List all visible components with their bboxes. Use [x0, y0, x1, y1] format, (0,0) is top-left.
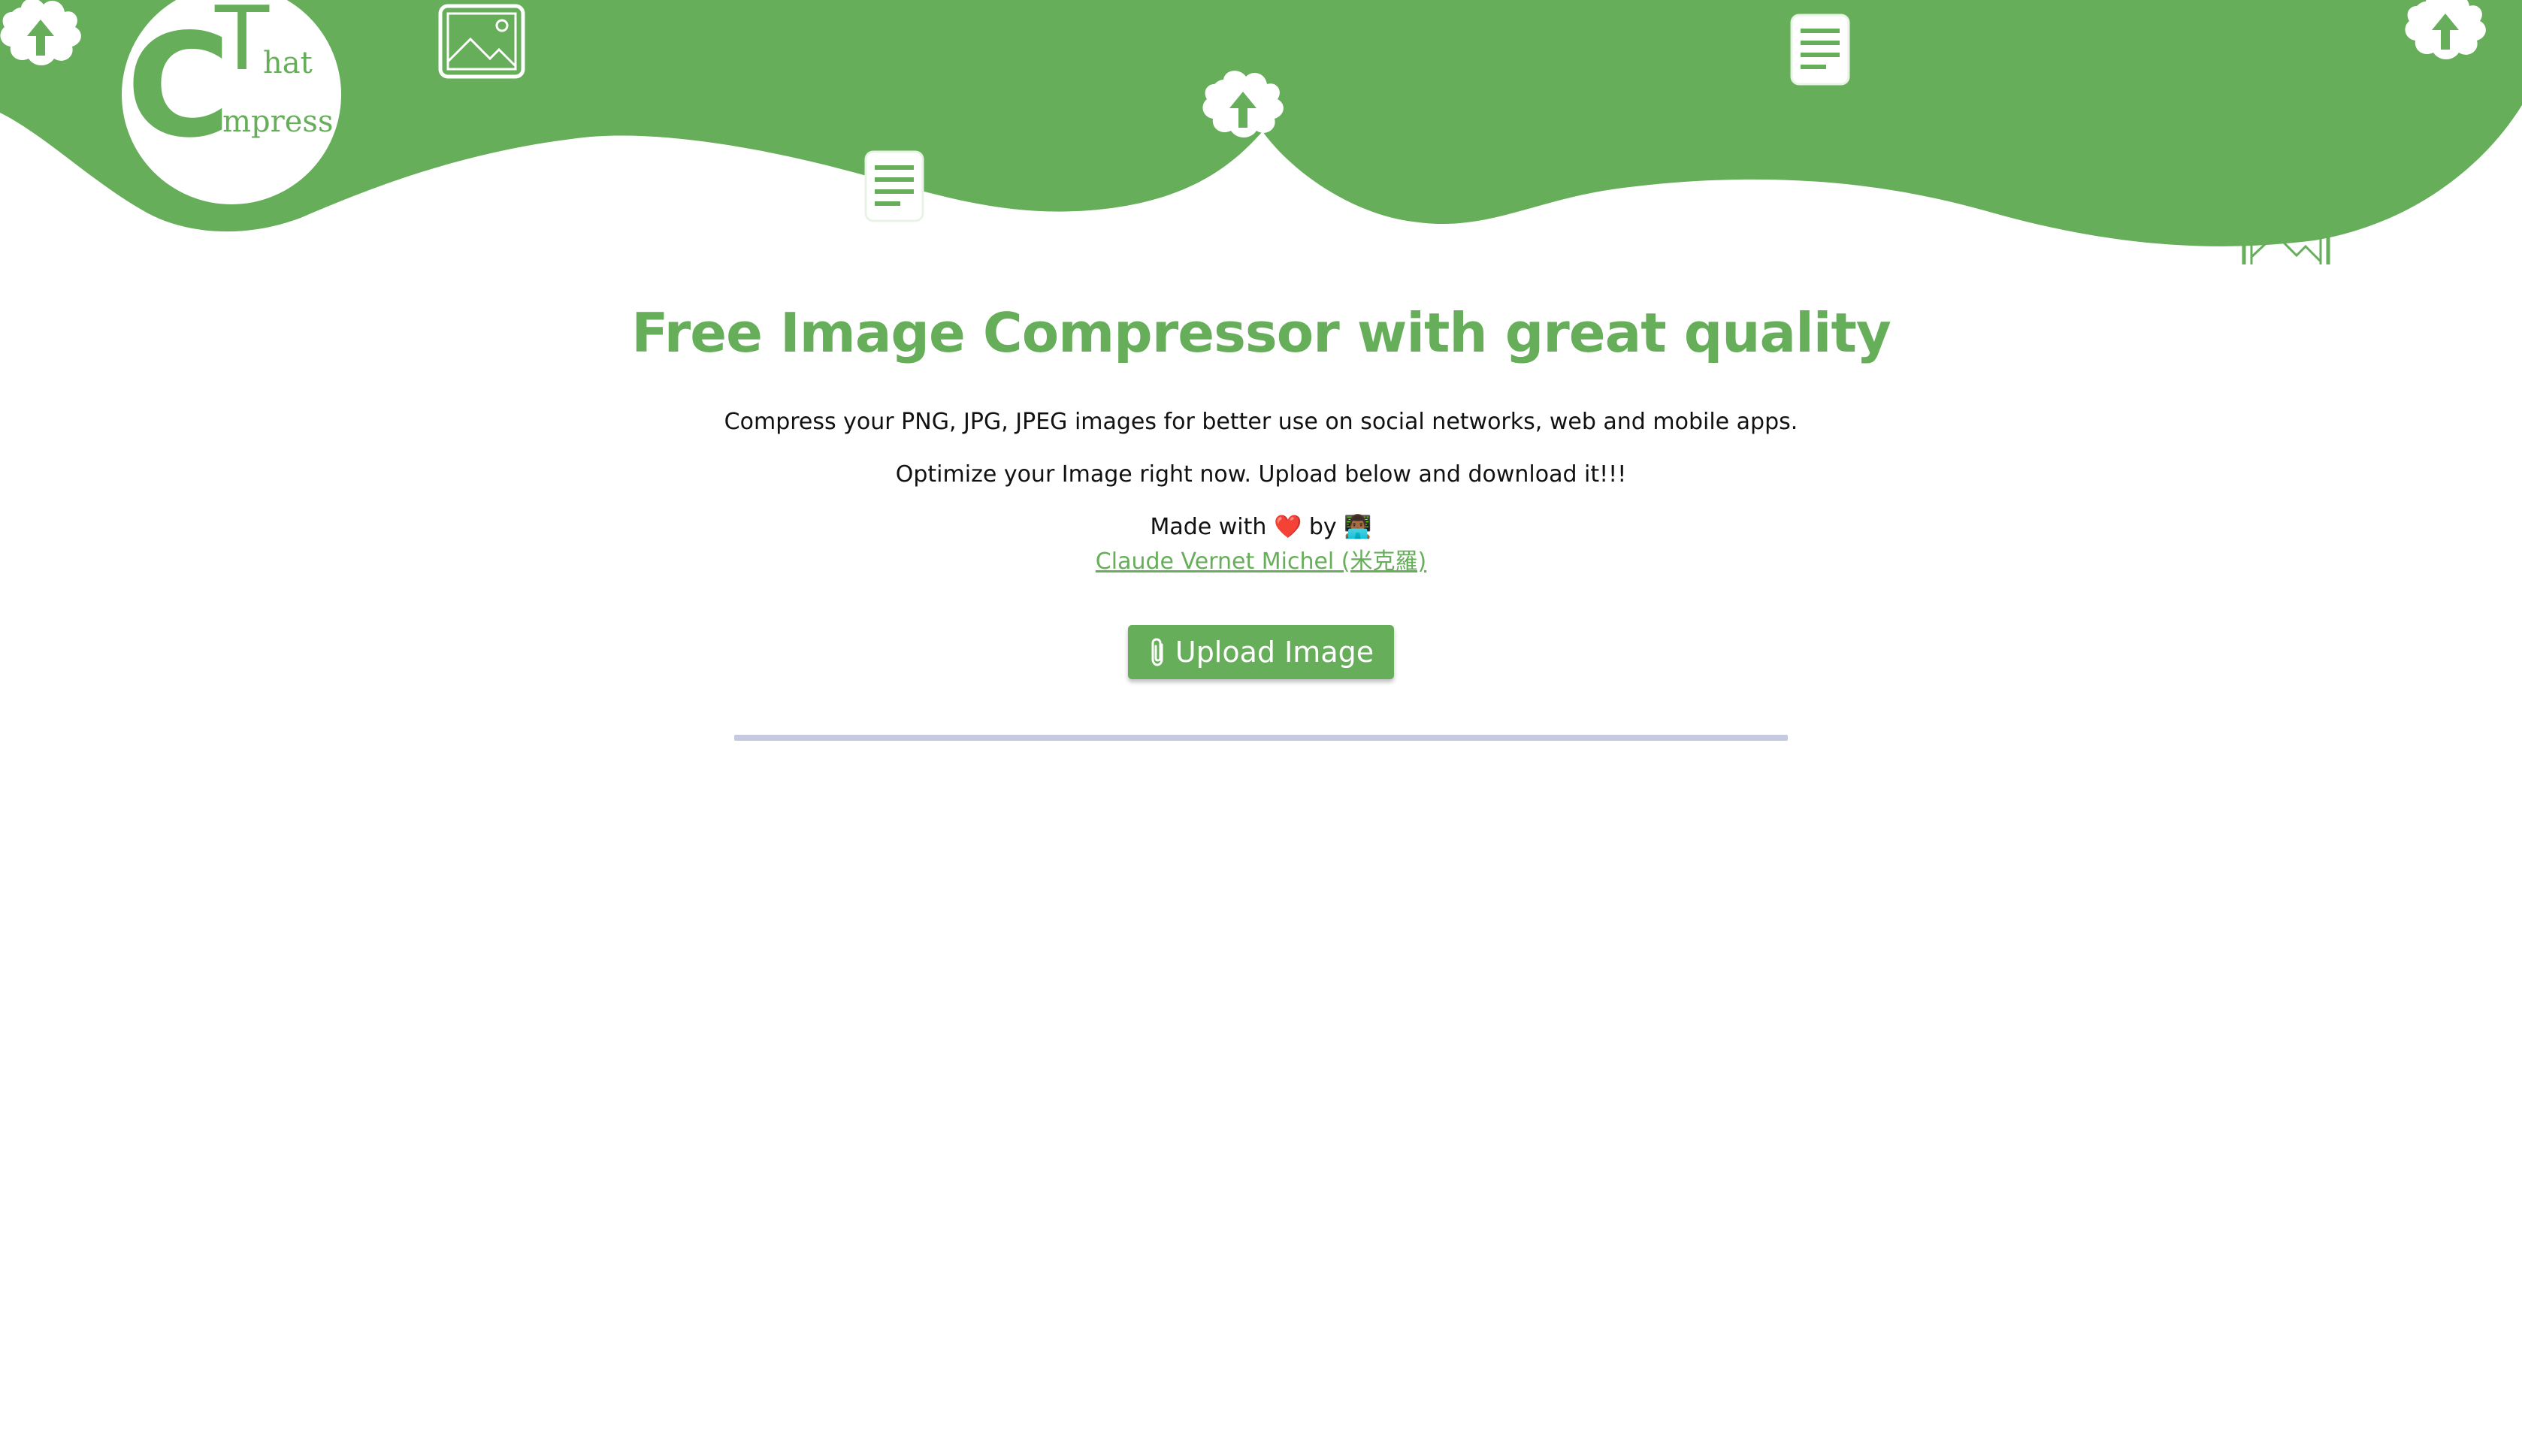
- document-icon: [864, 150, 924, 222]
- heart-icon: ❤️: [1273, 514, 1302, 541]
- developer-icon: 👨🏾‍💻: [1344, 514, 1372, 541]
- logo-letter-t: T: [215, 0, 270, 90]
- upload-button-label: Upload Image: [1175, 636, 1374, 669]
- upload-icon: [2405, 0, 2486, 59]
- image-icon: [2242, 193, 2330, 264]
- logo-word-ompress: ompress: [204, 104, 334, 139]
- document-icon: [1790, 14, 1850, 86]
- made-with-by: by: [1308, 514, 1337, 541]
- author-link[interactable]: Claude Vernet Michel (米克羅): [1096, 548, 1426, 575]
- upload-image-button[interactable]: Upload Image: [1128, 625, 1394, 680]
- image-icon: [438, 4, 525, 79]
- logo[interactable]: C T hat ompress: [122, 0, 341, 204]
- made-with-prefix: Made with: [1150, 514, 1267, 541]
- page-title: Free Image Compressor with great quality: [631, 301, 1892, 364]
- upload-icon: [0, 0, 81, 65]
- made-with-line: Made with ❤️ by 👨🏾‍💻: [0, 514, 2522, 541]
- upload-icon: [1202, 71, 1284, 137]
- logo-word-hat: hat: [263, 46, 313, 80]
- subtitle-formats: Compress your PNG, JPG, JPEG images for …: [724, 409, 1798, 436]
- paperclip-icon: [1148, 637, 1168, 667]
- page: C T hat ompress Free Image Compressor wi…: [0, 0, 2522, 1456]
- divider: [734, 735, 1788, 742]
- subtitle-cta: Optimize your Image right now. Upload be…: [895, 461, 1627, 488]
- main-content: Free Image Compressor with great quality…: [0, 301, 2522, 742]
